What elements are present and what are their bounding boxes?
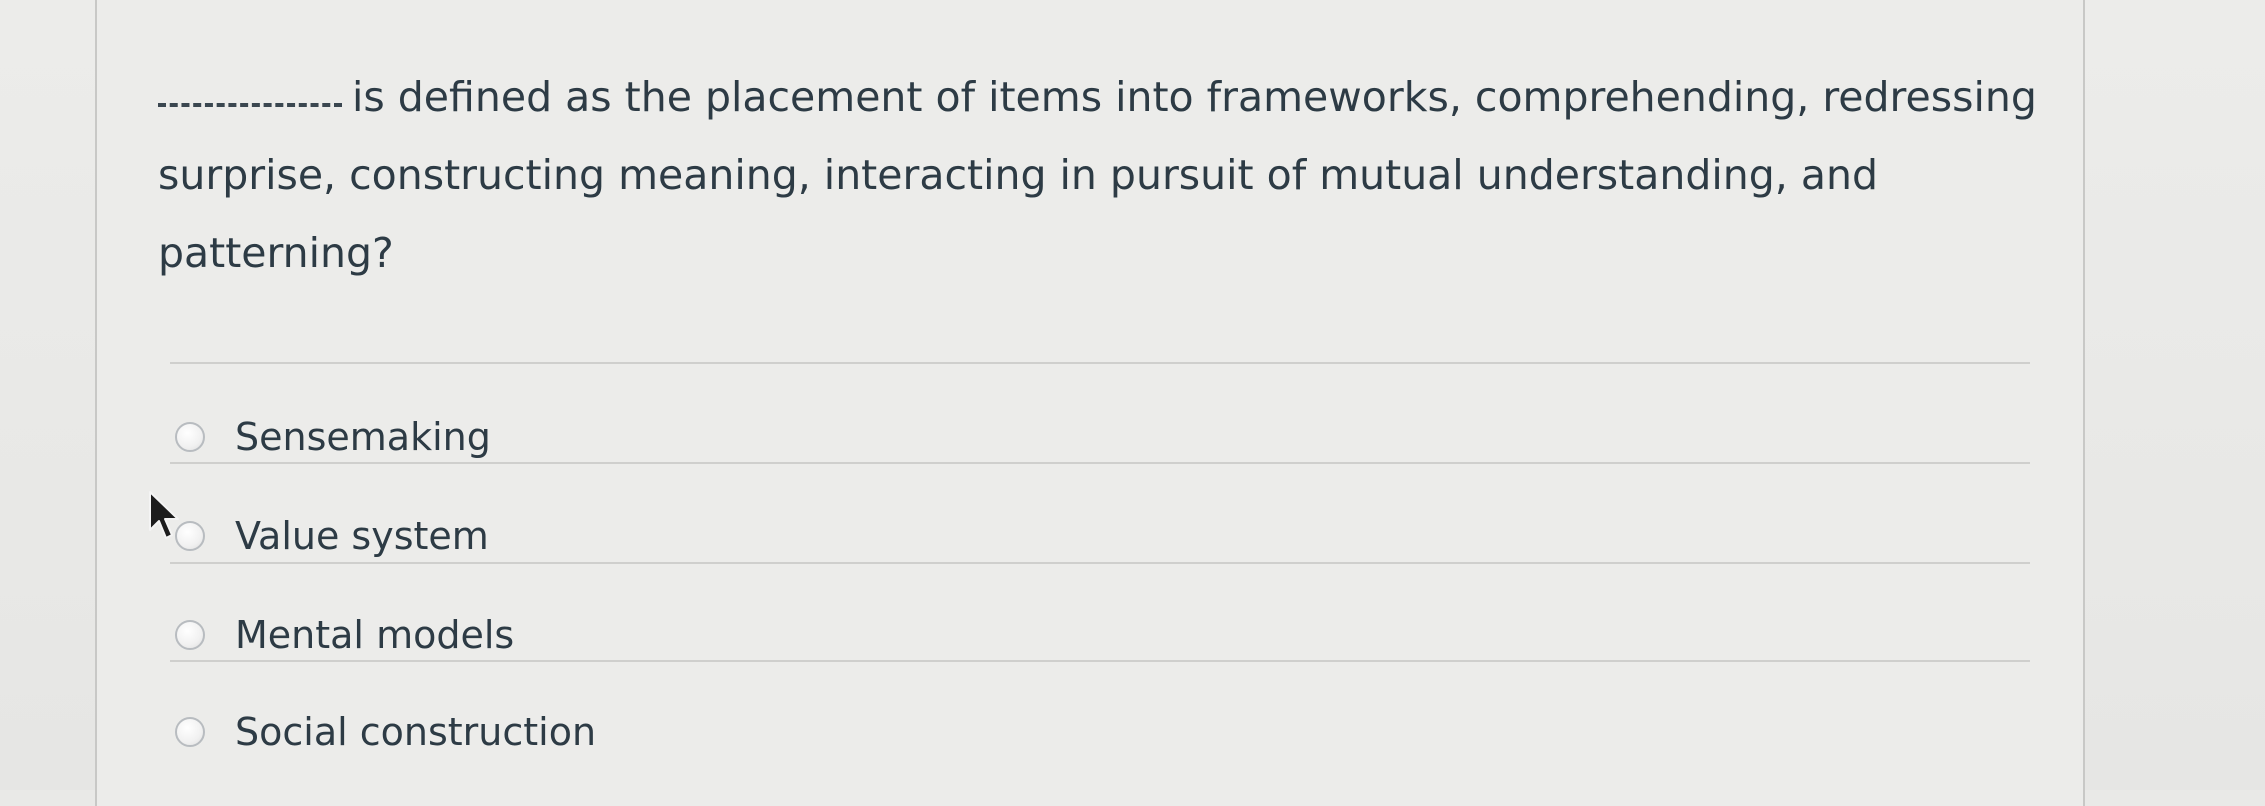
question-line-1: is defined as the placement of items int… [158,58,2058,136]
radio-button-icon[interactable] [175,620,205,650]
radio-button-icon[interactable] [175,717,205,747]
question-line-1-text: is defined as the placement of items int… [352,73,2037,121]
answer-label: Social construction [235,710,597,754]
answer-label: Mental models [235,613,515,657]
answer-label: Sensemaking [235,415,491,459]
answer-label: Value system [235,514,489,558]
arrow-cursor-icon [149,491,179,539]
answer-divider [170,660,2030,662]
radio-button-icon[interactable] [175,422,205,452]
fill-in-blank [158,75,342,107]
question-line-3: patterning? [158,229,394,277]
answer-divider [170,562,2030,564]
question-line-2: surprise, constructing meaning, interact… [158,151,1878,199]
question-text: is defined as the placement of items int… [158,58,2058,292]
answer-option-social-construction[interactable]: Social construction [175,697,596,767]
answer-divider [170,462,2030,464]
answer-option-value-system[interactable]: Value system [175,501,489,571]
answers-top-divider [170,362,2030,364]
